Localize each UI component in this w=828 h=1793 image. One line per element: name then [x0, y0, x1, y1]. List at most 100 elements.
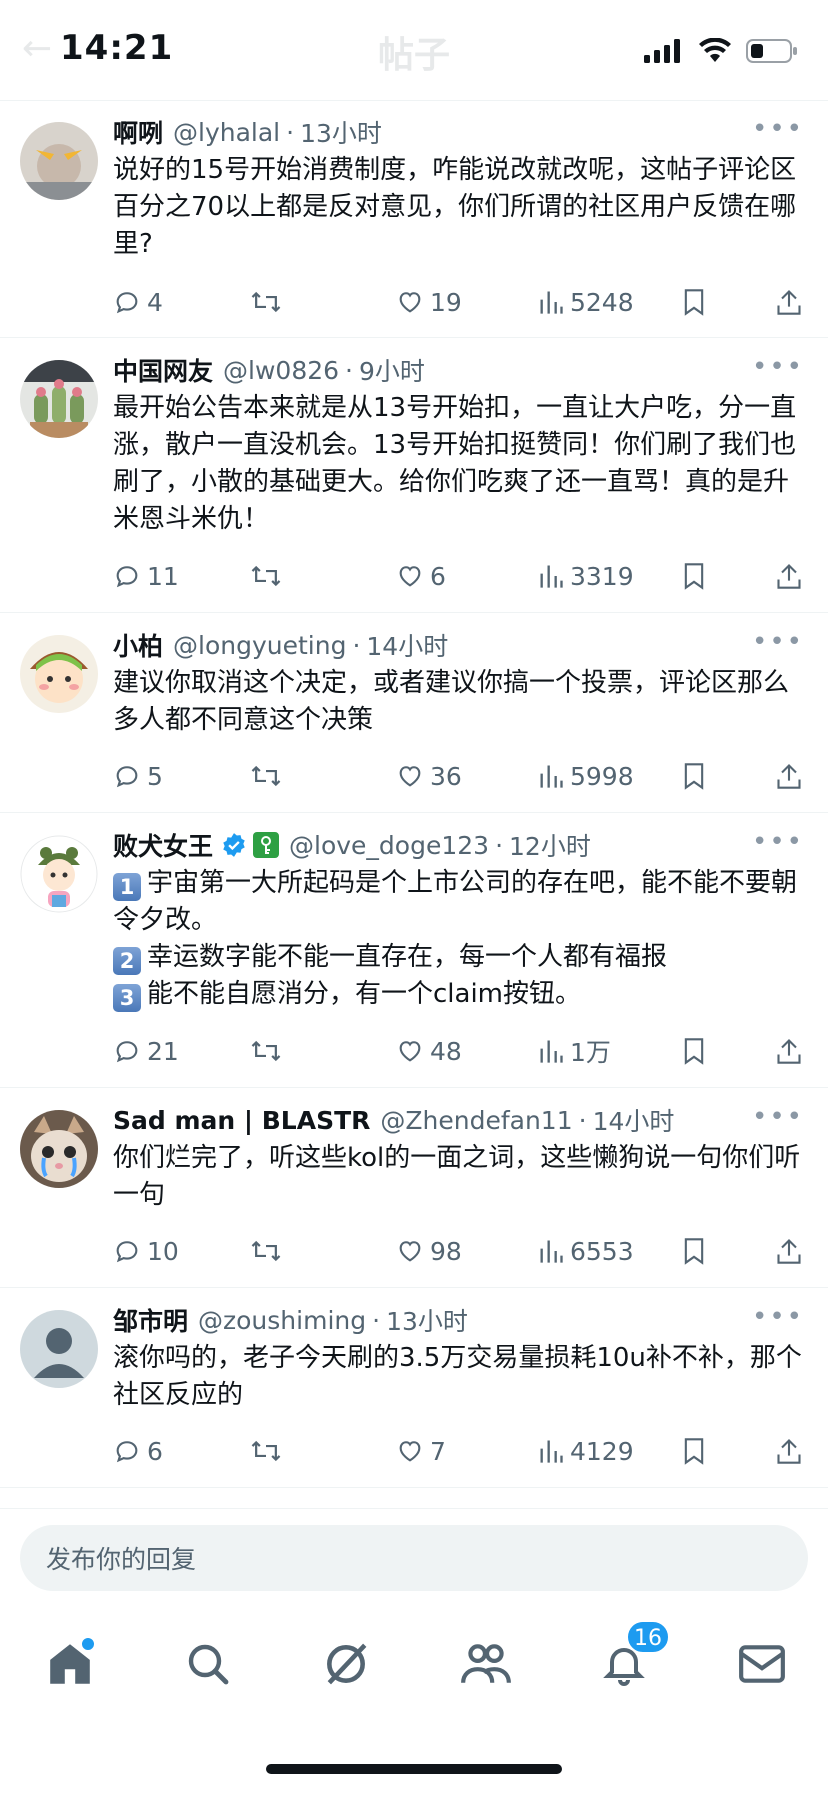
views-button[interactable]: 6553	[538, 1237, 634, 1266]
views-button[interactable]: 5998	[538, 762, 634, 791]
like-button[interactable]: 48	[396, 1037, 462, 1066]
author-name[interactable]: Sad man | BLASTR	[113, 1106, 370, 1135]
bookmark-button[interactable]	[682, 762, 706, 790]
like-button[interactable]: 6	[396, 562, 446, 591]
author-name[interactable]: 啊咧	[113, 114, 163, 150]
retweet-button[interactable]	[250, 1437, 282, 1465]
reply-icon	[116, 566, 138, 588]
avatar[interactable]	[20, 360, 98, 438]
share-button[interactable]	[776, 1437, 802, 1465]
list-item[interactable]: 中国网友 @lw0826 · 9小时 ••• 最开始公告本来就是从13号开始扣，…	[0, 338, 828, 613]
more-options-icon[interactable]: •••	[752, 827, 804, 857]
author-name[interactable]: 败犬女王	[113, 827, 213, 863]
reply-button[interactable]: 5	[113, 762, 163, 791]
author-name[interactable]: 邹市明	[113, 1302, 188, 1338]
list-line-text: 宇宙第一大所起码是个上市公司的存在吧，能不能不要朝令夕改。	[113, 868, 798, 935]
author-name[interactable]: 小柏	[113, 627, 163, 663]
retweet-button[interactable]	[250, 1037, 282, 1065]
nav-grok[interactable]	[316, 1634, 376, 1694]
list-item[interactable]: 啊咧 @lyhalal · 13小时 ••• 说好的15号开始消费制度，咋能说改…	[0, 100, 828, 338]
retweet-button[interactable]	[250, 1237, 282, 1265]
author-name[interactable]: 中国网友	[113, 352, 213, 388]
signal-icon	[644, 39, 680, 63]
bookmark-button[interactable]	[682, 562, 706, 590]
avatar[interactable]	[20, 835, 98, 913]
home-indicator	[266, 1764, 562, 1774]
author-handle[interactable]: @love_doge123	[289, 831, 489, 860]
nav-notifications[interactable]: 16	[594, 1620, 670, 1694]
view-count: 6553	[570, 1236, 634, 1266]
number-three-icon: 3	[113, 984, 141, 1012]
affiliate-badge-icon[interactable]	[253, 832, 280, 858]
reply-input[interactable]: 发布你的回复	[20, 1525, 808, 1591]
retweet-icon	[251, 765, 281, 787]
share-button[interactable]	[776, 1237, 802, 1265]
more-options-icon[interactable]: •••	[752, 1302, 804, 1332]
list-item[interactable]: Sad man | BLASTR @Zhendefan11 · 14小时 •••…	[0, 1088, 828, 1288]
avatar[interactable]	[20, 1310, 98, 1388]
retweet-button[interactable]	[250, 288, 282, 316]
list-line-3: 3 能不能自愿消分，有一个claim按钮。	[113, 976, 804, 1013]
bookmark-icon	[684, 763, 704, 790]
bookmark-button[interactable]	[682, 1037, 706, 1065]
more-options-icon[interactable]: •••	[752, 627, 804, 657]
list-item[interactable]: 小柏 @longyueting · 14小时 ••• 建议你取消这个决定，或者建…	[0, 613, 828, 813]
views-button[interactable]: 3319	[538, 562, 634, 591]
verified-badge-icon[interactable]	[221, 832, 247, 858]
retweet-icon	[251, 1040, 281, 1062]
reply-button[interactable]: 11	[113, 562, 179, 591]
nav-home[interactable]	[40, 1634, 100, 1694]
reply-button[interactable]: 10	[113, 1237, 179, 1266]
post-text: 滚你吗的，老子今天刷的3.5万交易量损耗10u补不补，那个社区反应的	[113, 1343, 802, 1410]
list-item[interactable]: 邹市明 @zoushiming · 13小时 ••• 滚你吗的，老子今天刷的3.…	[0, 1288, 828, 1488]
nav-communities[interactable]	[456, 1634, 516, 1694]
reply-button[interactable]: 6	[113, 1437, 163, 1466]
views-chart-icon	[540, 291, 563, 314]
nav-messages[interactable]	[732, 1634, 792, 1694]
share-button[interactable]	[776, 288, 802, 316]
view-count: 5998	[570, 761, 634, 791]
reply-button[interactable]: 21	[113, 1037, 179, 1066]
like-button[interactable]: 19	[396, 288, 462, 317]
share-button[interactable]	[776, 562, 802, 590]
retweet-button[interactable]	[250, 562, 282, 590]
author-handle[interactable]: @longyueting	[173, 631, 346, 660]
more-options-icon[interactable]: •••	[752, 114, 804, 144]
avatar[interactable]	[20, 635, 98, 713]
avatar[interactable]	[20, 122, 98, 200]
bookmark-button[interactable]	[682, 1437, 706, 1465]
post-text: 建议你取消这个决定，或者建议你搞一个投票，评论区那么多人都不同意这个决策	[113, 668, 790, 735]
retweet-icon	[251, 1240, 281, 1262]
like-button[interactable]: 7	[396, 1437, 446, 1466]
list-item[interactable]: 败犬女王 @love_doge123 · 12小时 ••• 1 宇宙第一大所起码是…	[0, 813, 828, 1088]
avatar[interactable]	[20, 1110, 98, 1188]
battery-icon	[746, 39, 797, 63]
bookmark-button[interactable]	[682, 1237, 706, 1265]
back-arrow-icon[interactable]: ←	[22, 28, 52, 69]
views-button[interactable]: 5248	[538, 288, 634, 317]
reply-icon	[116, 1241, 138, 1263]
reply-button[interactable]: 4	[113, 288, 163, 317]
reply-count: 10	[147, 1236, 179, 1266]
separator-dot: ·	[495, 830, 504, 860]
more-options-icon[interactable]: •••	[752, 352, 804, 382]
reply-feed: 啊咧 @lyhalal · 13小时 ••• 说好的15号开始消费制度，咋能说改…	[0, 100, 828, 1488]
views-button[interactable]: 4129	[538, 1437, 634, 1466]
heart-icon	[399, 566, 421, 587]
retweet-button[interactable]	[250, 762, 282, 790]
share-button[interactable]	[776, 1037, 802, 1065]
reply-count: 6	[147, 1436, 163, 1466]
share-button[interactable]	[776, 762, 802, 790]
like-button[interactable]: 98	[396, 1237, 462, 1266]
more-options-icon[interactable]: •••	[752, 1102, 804, 1132]
bookmark-button[interactable]	[682, 288, 706, 316]
like-button[interactable]: 36	[396, 762, 462, 791]
nav-search[interactable]	[178, 1634, 238, 1694]
views-chart-icon	[540, 1040, 563, 1063]
author-handle[interactable]: @lw0826	[223, 356, 339, 385]
views-chart-icon	[540, 565, 563, 588]
author-handle[interactable]: @zoushiming	[198, 1306, 366, 1335]
author-handle[interactable]: @lyhalal	[173, 118, 280, 147]
views-button[interactable]: 1万	[538, 1033, 611, 1069]
author-handle[interactable]: @Zhendefan11	[380, 1106, 572, 1135]
